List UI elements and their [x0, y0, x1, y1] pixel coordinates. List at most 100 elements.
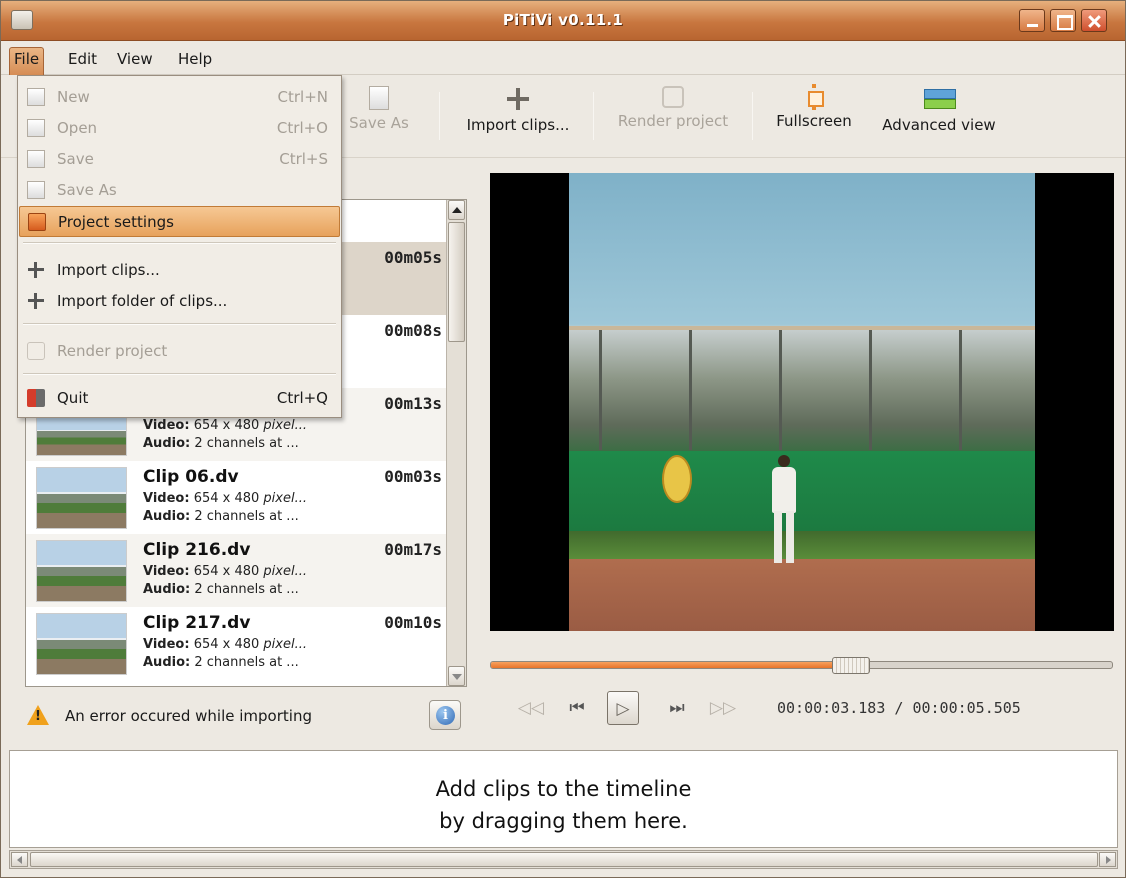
clip-audio-info: Audio: 2 channels at ... [143, 509, 299, 524]
menu-item-import-clips[interactable]: Import clips... [19, 255, 340, 286]
menu-edit-label: Edit [68, 50, 98, 68]
play-icon: ▷ [616, 699, 630, 719]
save-as-icon [27, 181, 45, 199]
fence-post [599, 330, 602, 450]
clip-duration: 00m10s [384, 613, 442, 632]
fullscreen-button[interactable]: Fullscreen [768, 84, 860, 130]
wall-logo [662, 455, 692, 503]
close-button[interactable] [1081, 9, 1107, 32]
toolbar-separator [752, 92, 753, 140]
menu-edit[interactable]: Edit [64, 48, 101, 72]
rewind-icon: ◁◁ [517, 698, 545, 718]
clip-row[interactable]: Clip 217.dv 00m10s Video: 654 x 480 pixe… [26, 607, 446, 680]
video-frame [569, 173, 1035, 631]
timeline-area[interactable]: Add clips to the timeline by dragging th… [9, 750, 1118, 848]
clip-video-info: Video: 654 x 480 pixel... [143, 637, 307, 652]
baseball-player [769, 455, 797, 567]
render-project-button[interactable]: Render project [608, 86, 738, 130]
toolbar-separator [439, 92, 440, 140]
fence-post [689, 330, 692, 450]
scroll-up-arrow[interactable] [448, 200, 465, 220]
clip-name: Clip 217.dv [143, 613, 251, 633]
clip-list-scrollbar[interactable] [446, 200, 466, 686]
project-settings-icon [28, 213, 46, 231]
next-button[interactable]: ⏭ [661, 691, 693, 725]
menu-view-label: View [117, 50, 153, 68]
menu-item-open[interactable]: Open Ctrl+O [19, 113, 340, 144]
fast-forward-button[interactable]: ▷▷ [707, 691, 739, 725]
fence-post [869, 330, 872, 450]
video-viewer[interactable] [490, 173, 1114, 631]
menu-bar: File Edit View Help [1, 41, 1125, 75]
transport-controls: ◁◁ ⏮ ▷ ⏭ ▷▷ 00:00:03.183 / 00:00:05.505 [515, 685, 1115, 735]
timeline-hint-line1: Add clips to the timeline [435, 777, 692, 801]
error-info-button[interactable]: i [429, 700, 461, 730]
scroll-thumb[interactable] [30, 852, 1098, 867]
clip-video-info: Video: 654 x 480 pixel... [143, 491, 307, 506]
clip-duration: 00m17s [384, 540, 442, 559]
skip-back-icon: ⏮ [569, 698, 585, 718]
clip-row[interactable]: Clip 06.dv 00m03s Video: 654 x 480 pixel… [26, 461, 446, 534]
fullscreen-label: Fullscreen [776, 112, 852, 130]
maximize-icon [1051, 10, 1075, 31]
minimize-icon [1020, 10, 1044, 31]
seek-slider[interactable] [490, 657, 1113, 674]
clip-duration: 00m13s [384, 394, 442, 413]
fence-post [779, 330, 782, 450]
render-icon [662, 86, 684, 108]
menu-view[interactable]: View [113, 48, 157, 72]
menu-file[interactable]: File [9, 47, 45, 75]
window-title: PiTiVi v0.11.1 [502, 11, 624, 29]
open-icon [27, 119, 45, 137]
timeline-scrollbar[interactable] [9, 850, 1118, 869]
previous-button[interactable]: ⏮ [561, 691, 593, 725]
clip-row[interactable]: Clip 216.dv 00m17s Video: 654 x 480 pixe… [26, 534, 446, 607]
menu-item-project-settings[interactable]: Project settings [19, 206, 340, 237]
scroll-thumb[interactable] [448, 222, 465, 342]
render-icon [27, 342, 45, 360]
menu-help-label: Help [178, 50, 213, 68]
rewind-button[interactable]: ◁◁ [515, 691, 547, 725]
clip-audio-info: Audio: 2 channels at ... [143, 655, 299, 670]
clip-video-info: Video: 654 x 480 pixel... [143, 418, 307, 433]
clip-thumbnail [36, 412, 127, 456]
pitivi-window: PiTiVi v0.11.1 File Edit View Help Save … [0, 0, 1126, 878]
menu-file-label: File [14, 50, 40, 68]
clip-thumbnail [36, 540, 127, 602]
play-button[interactable]: ▷ [607, 691, 639, 725]
plus-icon [505, 86, 531, 112]
toolbar-separator [593, 92, 594, 140]
menu-separator [23, 242, 336, 244]
title-bar[interactable]: PiTiVi v0.11.1 [1, 1, 1125, 41]
menu-help[interactable]: Help [174, 48, 216, 72]
close-icon [1082, 10, 1106, 31]
menu-item-save[interactable]: Save Ctrl+S [19, 144, 340, 175]
clip-thumbnail [36, 613, 127, 675]
seek-handle[interactable] [832, 657, 870, 674]
menu-item-new[interactable]: New Ctrl+N [19, 82, 340, 113]
import-clips-label: Import clips... [466, 116, 570, 134]
menu-item-import-folder[interactable]: Import folder of clips... [19, 286, 340, 317]
timecode-display: 00:00:03.183 / 00:00:05.505 [777, 699, 1021, 717]
advanced-view-button[interactable]: Advanced view [871, 86, 1007, 134]
fast-forward-icon: ▷▷ [709, 698, 737, 718]
outfield-wall [569, 451, 1035, 531]
clip-name: Clip 06.dv [143, 467, 239, 487]
save-as-button[interactable]: Save As [344, 86, 414, 132]
menu-item-save-as[interactable]: Save As [19, 175, 340, 206]
minimize-button[interactable] [1019, 9, 1045, 32]
scroll-left-arrow[interactable] [11, 852, 28, 867]
infield-dirt [569, 559, 1035, 631]
quit-icon [27, 389, 45, 407]
scroll-right-arrow[interactable] [1099, 852, 1116, 867]
menu-item-quit[interactable]: Quit Ctrl+Q [19, 383, 340, 414]
seek-progress [491, 662, 851, 668]
advanced-view-icon [924, 86, 956, 112]
error-message: An error occured while importing [65, 707, 312, 725]
maximize-button[interactable] [1050, 9, 1076, 32]
import-clips-button[interactable]: Import clips... [456, 86, 580, 134]
menu-separator [23, 373, 336, 375]
scroll-down-arrow[interactable] [448, 666, 465, 686]
menu-item-render-project[interactable]: Render project [19, 336, 340, 367]
skip-forward-icon: ⏭ [669, 698, 685, 718]
